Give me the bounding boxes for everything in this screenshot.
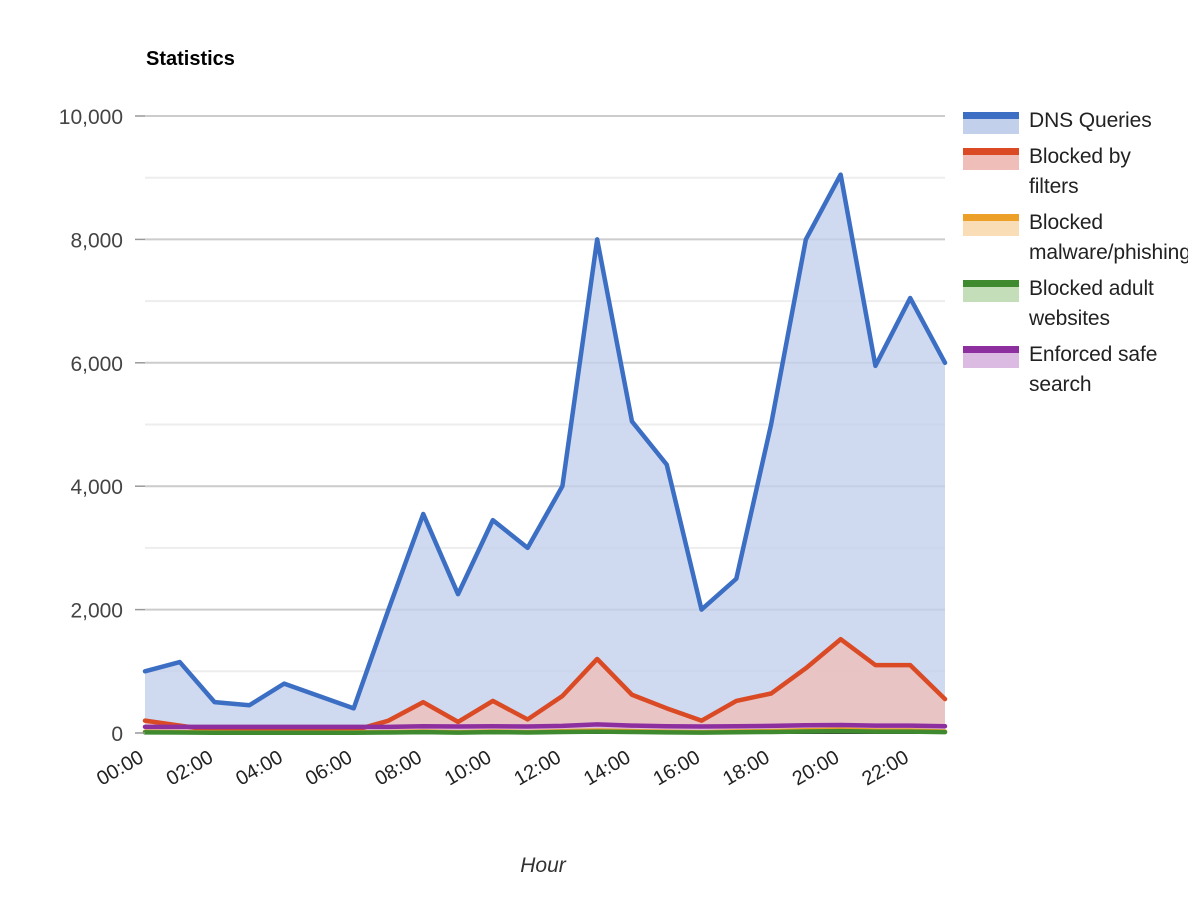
x-axis-tick-label: 22:00: [858, 746, 912, 790]
x-axis-tick-label: 16:00: [650, 746, 704, 790]
series-line-4: [142, 722, 948, 730]
legend-item-label: DNS Queries: [1029, 109, 1152, 132]
y-axis-tick-label: 6,000: [70, 353, 123, 376]
series-area-0: [145, 174, 945, 733]
x-axis-tick-label: 00:00: [93, 746, 147, 790]
legend-swatch-icon: [963, 112, 1019, 134]
legend-item-4[interactable]: Enforced safe search: [963, 340, 1178, 400]
legend-item-label: Blocked by filters: [1029, 145, 1131, 198]
legend-swatch-icon: [963, 280, 1019, 302]
legend-swatch-fill: [963, 221, 1019, 236]
x-axis-tick-label: 02:00: [163, 746, 217, 790]
statistics-chart: Statistics 10,000 8,000 6,000 4,000 2,000 0 0…: [0, 0, 1188, 924]
legend-swatch-line: [963, 112, 1019, 119]
legend-item-label: Enforced safe search: [1029, 343, 1158, 396]
series-areas: [145, 174, 945, 733]
legend-item-2[interactable]: Blocked malware/phishing: [963, 208, 1188, 268]
legend-swatch-fill: [963, 353, 1019, 368]
x-axis-tick-label: 04:00: [232, 746, 286, 790]
y-axis-tick-label: 4,000: [70, 476, 123, 499]
x-axis-labels: 00:00 02:00 04:00 06:00 08:00 10:00 12:00 14:00…: [93, 746, 913, 790]
x-axis-tick-label: 06:00: [302, 746, 356, 790]
x-axis-tick-label: 10:00: [441, 746, 495, 790]
series-line-3: [142, 728, 948, 735]
x-axis-title: Hour: [520, 854, 567, 877]
legend-swatch-icon: [963, 346, 1019, 368]
y-axis-tick-label: 2,000: [70, 600, 123, 623]
chart-legend: DNS Queries Blocked by filters Blocked mal…: [963, 106, 1188, 406]
legend-swatch-fill: [963, 155, 1019, 170]
x-axis-tick-label: 14:00: [580, 746, 634, 790]
y-axis-labels: 10,000 8,000 6,000 4,000 2,000 0: [59, 106, 145, 746]
x-axis-tick-label: 08:00: [371, 746, 425, 790]
y-axis-tick-label: 0: [111, 723, 123, 746]
y-axis-tick-label: 10,000: [59, 106, 123, 129]
legend-swatch-icon: [963, 214, 1019, 236]
x-axis-tick-label: 12:00: [511, 746, 565, 790]
legend-swatch-line: [963, 214, 1019, 221]
x-axis-tick-label: 18:00: [719, 746, 773, 790]
legend-item-label: Blocked malware/phishing: [1029, 211, 1188, 264]
legend-swatch-fill: [963, 119, 1019, 134]
legend-item-label: Blocked adult websites: [1029, 277, 1154, 330]
legend-item-0[interactable]: DNS Queries: [963, 106, 1178, 136]
legend-swatch-line: [963, 280, 1019, 287]
x-axis-tick-label: 20:00: [789, 746, 843, 790]
legend-item-1[interactable]: Blocked by filters: [963, 142, 1178, 202]
legend-swatch-icon: [963, 148, 1019, 170]
legend-swatch-line: [963, 148, 1019, 155]
legend-item-3[interactable]: Blocked adult websites: [963, 274, 1178, 334]
y-axis-tick-label: 8,000: [70, 229, 123, 252]
legend-swatch-line: [963, 346, 1019, 353]
legend-swatch-fill: [963, 287, 1019, 302]
